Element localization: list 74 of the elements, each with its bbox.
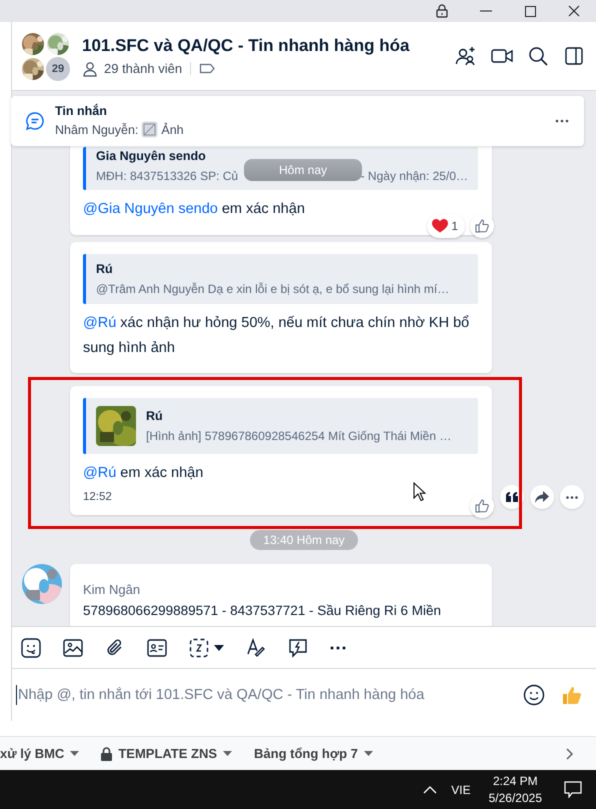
clock-time[interactable]: 2:24 PM <box>492 772 538 790</box>
text-format-button[interactable] <box>246 636 266 660</box>
pinned-sender: Nhâm Nguyễn: <box>55 122 138 136</box>
thumbs-up-icon <box>475 219 489 233</box>
chevron-up-icon[interactable] <box>423 786 438 794</box>
quote-author: Rú <box>146 409 163 423</box>
image-icon <box>63 638 83 658</box>
sheet-tab[interactable]: xử lý BMC <box>0 746 92 761</box>
thumbs-up-icon <box>561 684 583 706</box>
share-button[interactable] <box>530 485 554 509</box>
contact-card-icon <box>147 638 167 656</box>
emoji-button[interactable] <box>522 683 546 707</box>
more-icon <box>555 119 569 123</box>
pinned-title: Tin nhắn <box>55 104 108 118</box>
date-toast: Hôm nay <box>244 159 362 181</box>
sheet-tab[interactable]: Bảng tổng hợp 7 <box>254 746 385 761</box>
language-indicator[interactable]: VIE <box>451 782 471 796</box>
group-title: 101.SFC và QA/QC - Tin nhanh hàng hóa <box>82 36 410 56</box>
chat-bubble-icon <box>25 111 45 131</box>
sheet-tab[interactable]: TEMPLATE ZNS <box>101 746 244 761</box>
maximize-icon <box>524 6 536 16</box>
date-divider: 13:40 Hôm nay <box>250 530 358 550</box>
quoted-message[interactable]: Rú @Trâm Anh Nguyễn Dạ e xin lỗi e bị sót ạ, e bổ sung lại hình mí… <box>83 254 478 304</box>
heart-icon <box>432 219 448 233</box>
quote-text: [Hình ảnh] 578967860928546254 Mít Giống Thái Miền … <box>146 429 452 443</box>
more-icon <box>330 646 346 650</box>
quote-author: Gia Nguyên sendo <box>96 149 206 163</box>
member-count-badge: 29 <box>46 56 70 80</box>
smiley-icon <box>523 684 545 706</box>
chevron-right-icon[interactable] <box>566 748 574 760</box>
side-panel-icon <box>565 47 583 65</box>
heart-reaction[interactable]: 1 <box>427 214 465 238</box>
message-text: @Rú xác nhận hư hỏng 50%, nếu mít chưa chín nhờ KH bổ sung hình ảnh <box>83 314 470 358</box>
image-icon <box>141 121 158 138</box>
more-icon <box>566 496 578 498</box>
sender-name: Kim Ngân <box>83 582 142 597</box>
caret-icon <box>214 644 224 650</box>
sticker-icon <box>21 638 41 658</box>
person-icon <box>82 60 98 76</box>
message-text: @Gia Nguyên sendo em xác nhận <box>83 200 306 219</box>
quote-author: Rú <box>96 262 113 276</box>
caret-icon <box>70 751 80 756</box>
message-time: 12:52 <box>83 491 112 503</box>
cursor-icon <box>413 482 426 502</box>
quote-text: MĐH: 8437513326 SP: Củ <box>96 169 238 183</box>
quote-icon <box>506 492 518 502</box>
message-text: @Rú em xác nhận <box>83 464 204 483</box>
quoted-message[interactable]: Rú [Hình ảnh] 578967860928546254 Mít Giống Thái Miền … <box>83 398 478 454</box>
search-icon <box>528 46 548 66</box>
text-format-icon <box>246 638 266 658</box>
pinned-message-bar[interactable]: Tin nhắn Nhâm Nguyễn: Ảnh <box>11 96 584 146</box>
add-member-icon <box>455 45 477 67</box>
caret-icon <box>364 751 373 756</box>
sticker-button[interactable] <box>21 636 41 660</box>
lock-icon[interactable] <box>436 4 448 18</box>
quote-text: @Trâm Anh Nguyễn Dạ e xin lỗi e bị sót ạ, e bổ sung lại hình mí… <box>96 282 450 296</box>
tag-icon[interactable] <box>199 63 216 74</box>
close-icon <box>568 5 580 17</box>
video-camera-icon <box>491 48 513 64</box>
caret-icon <box>223 751 232 756</box>
screenshot-icon <box>189 638 209 658</box>
more-button[interactable] <box>560 485 584 509</box>
share-icon <box>535 491 549 503</box>
like-button[interactable] <box>470 494 494 518</box>
like-button[interactable] <box>470 214 494 238</box>
thumbs-up-icon <box>475 499 489 513</box>
message-text: 578968066299889571 - 8437537721 - Sầu Riêng Ri 6 Miền <box>83 603 442 618</box>
notification-icon[interactable] <box>564 781 582 798</box>
lightning-bubble-icon <box>288 638 308 658</box>
minimize-icon <box>480 10 492 12</box>
pinned-preview: Ảnh <box>161 122 184 136</box>
quote-text: - Ngày nhận: 25/0… <box>360 169 468 183</box>
clock-date[interactable]: 5/26/2025 <box>488 790 542 806</box>
member-count[interactable]: 29 thành viên <box>104 61 182 76</box>
